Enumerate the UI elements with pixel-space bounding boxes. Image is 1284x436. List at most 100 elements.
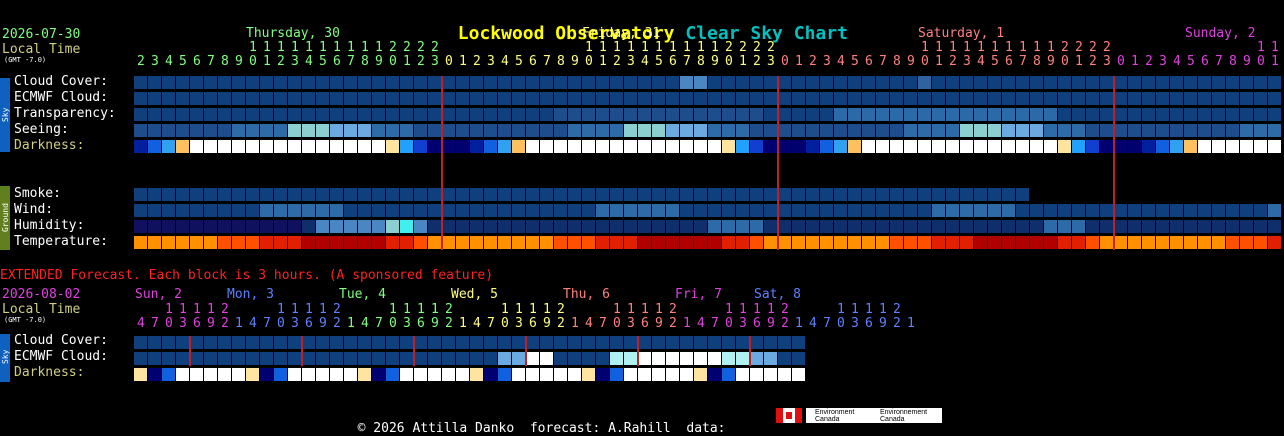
forecast-block[interactable] (1254, 108, 1267, 121)
forecast-block[interactable] (484, 204, 497, 217)
forecast-block[interactable] (218, 204, 231, 217)
forecast-block[interactable] (638, 188, 651, 201)
forecast-block[interactable] (526, 108, 539, 121)
forecast-block[interactable] (190, 140, 203, 153)
forecast-block[interactable] (1184, 236, 1197, 249)
forecast-block[interactable] (316, 124, 329, 137)
forecast-block[interactable] (1086, 236, 1099, 249)
forecast-block[interactable] (344, 92, 357, 105)
ext-forecast-block[interactable] (778, 352, 791, 365)
ext-forecast-block[interactable] (554, 352, 567, 365)
forecast-block[interactable] (932, 204, 945, 217)
forecast-block[interactable] (1184, 124, 1197, 137)
forecast-block[interactable] (1086, 92, 1099, 105)
forecast-block[interactable] (974, 204, 987, 217)
forecast-block[interactable] (274, 140, 287, 153)
forecast-block[interactable] (582, 188, 595, 201)
forecast-block[interactable] (400, 108, 413, 121)
forecast-block[interactable] (820, 140, 833, 153)
forecast-block[interactable] (666, 188, 679, 201)
forecast-block[interactable] (1128, 204, 1141, 217)
forecast-block[interactable] (1044, 204, 1057, 217)
forecast-block[interactable] (358, 236, 371, 249)
forecast-block[interactable] (232, 188, 245, 201)
forecast-block[interactable] (862, 236, 875, 249)
ext-forecast-block[interactable] (358, 352, 371, 365)
forecast-block[interactable] (666, 140, 679, 153)
forecast-block[interactable] (442, 220, 455, 233)
forecast-block[interactable] (1240, 140, 1253, 153)
forecast-block[interactable] (414, 92, 427, 105)
forecast-block[interactable] (400, 236, 413, 249)
forecast-block[interactable] (918, 220, 931, 233)
forecast-block[interactable] (792, 76, 805, 89)
forecast-block[interactable] (1002, 188, 1015, 201)
forecast-block[interactable] (554, 124, 567, 137)
ext-forecast-block[interactable] (708, 368, 721, 381)
forecast-block[interactable] (1058, 236, 1071, 249)
forecast-block[interactable] (624, 108, 637, 121)
ext-forecast-block[interactable] (792, 368, 805, 381)
ext-forecast-block[interactable] (652, 336, 665, 349)
forecast-block[interactable] (624, 92, 637, 105)
ext-forecast-block[interactable] (316, 352, 329, 365)
forecast-block[interactable] (624, 220, 637, 233)
forecast-block[interactable] (302, 204, 315, 217)
forecast-block[interactable] (246, 92, 259, 105)
forecast-block[interactable] (820, 76, 833, 89)
forecast-block[interactable] (470, 220, 483, 233)
forecast-block[interactable] (176, 204, 189, 217)
forecast-block[interactable] (666, 204, 679, 217)
forecast-block[interactable] (1086, 76, 1099, 89)
ext-forecast-block[interactable] (372, 352, 385, 365)
forecast-block[interactable] (540, 124, 553, 137)
forecast-block[interactable] (820, 92, 833, 105)
ext-forecast-block[interactable] (568, 336, 581, 349)
ext-forecast-block[interactable] (722, 368, 735, 381)
forecast-block[interactable] (918, 188, 931, 201)
forecast-block[interactable] (554, 236, 567, 249)
forecast-block[interactable] (862, 108, 875, 121)
forecast-block[interactable] (876, 108, 889, 121)
forecast-block[interactable] (204, 236, 217, 249)
forecast-block[interactable] (554, 220, 567, 233)
forecast-block[interactable] (344, 140, 357, 153)
forecast-block[interactable] (904, 236, 917, 249)
forecast-block[interactable] (904, 124, 917, 137)
forecast-block[interactable] (1142, 220, 1155, 233)
forecast-block[interactable] (498, 236, 511, 249)
forecast-block[interactable] (1016, 76, 1029, 89)
forecast-block[interactable] (778, 108, 791, 121)
forecast-block[interactable] (162, 140, 175, 153)
forecast-block[interactable] (694, 124, 707, 137)
forecast-block[interactable] (1100, 140, 1113, 153)
ext-forecast-block[interactable] (302, 336, 315, 349)
forecast-block[interactable] (1268, 220, 1281, 233)
ext-forecast-block[interactable] (330, 352, 343, 365)
forecast-block[interactable] (288, 236, 301, 249)
ext-forecast-block[interactable] (260, 336, 273, 349)
forecast-block[interactable] (652, 124, 665, 137)
forecast-block[interactable] (176, 140, 189, 153)
forecast-block[interactable] (372, 108, 385, 121)
forecast-block[interactable] (414, 236, 427, 249)
forecast-block[interactable] (414, 220, 427, 233)
forecast-block[interactable] (428, 140, 441, 153)
ext-forecast-block[interactable] (232, 336, 245, 349)
forecast-block[interactable] (176, 76, 189, 89)
forecast-block[interactable] (778, 124, 791, 137)
forecast-block[interactable] (1058, 140, 1071, 153)
forecast-block[interactable] (246, 76, 259, 89)
ext-forecast-block[interactable] (358, 336, 371, 349)
forecast-block[interactable] (932, 220, 945, 233)
forecast-block[interactable] (372, 140, 385, 153)
forecast-block[interactable] (526, 188, 539, 201)
forecast-block[interactable] (694, 236, 707, 249)
forecast-block[interactable] (134, 124, 147, 137)
forecast-block[interactable] (1058, 124, 1071, 137)
forecast-block[interactable] (890, 220, 903, 233)
ext-forecast-block[interactable] (302, 368, 315, 381)
forecast-block[interactable] (918, 92, 931, 105)
ext-forecast-block[interactable] (736, 368, 749, 381)
forecast-block[interactable] (176, 188, 189, 201)
